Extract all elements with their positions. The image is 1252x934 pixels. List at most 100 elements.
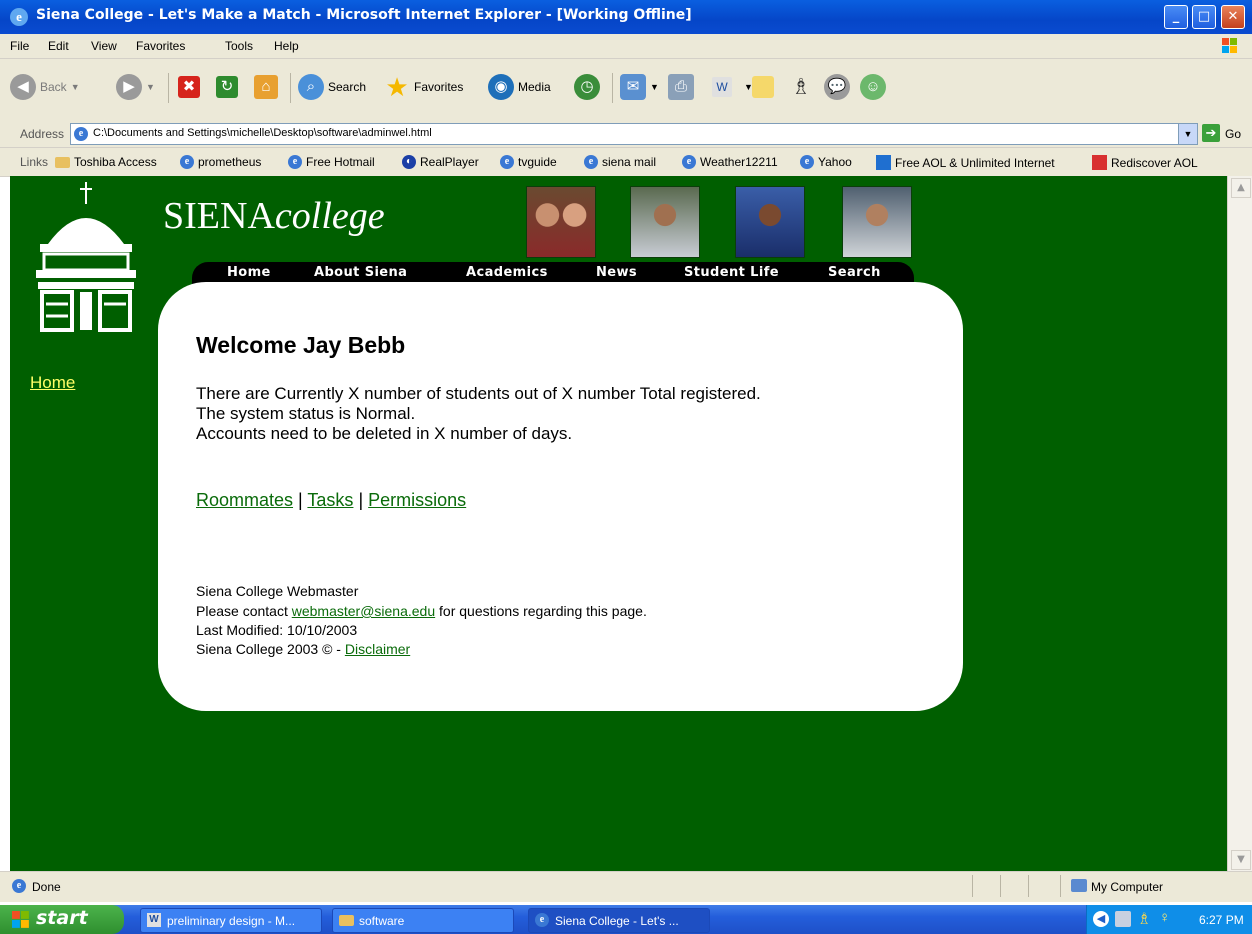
- webmaster-email-link[interactable]: webmaster@siena.edu: [292, 603, 435, 619]
- permissions-link[interactable]: Permissions: [368, 490, 466, 510]
- link-tvguide[interactable]: e tvguide: [500, 155, 557, 169]
- tasks-link[interactable]: Tasks: [307, 490, 353, 510]
- sidebar-home-link[interactable]: Home: [30, 373, 75, 393]
- link-siena-mail[interactable]: e siena mail: [584, 155, 656, 169]
- link-toshiba-access[interactable]: Toshiba Access: [55, 155, 157, 169]
- contacts-icon: ☺: [860, 74, 886, 100]
- menu-file[interactable]: File: [10, 39, 29, 53]
- roommates-link[interactable]: Roommates: [196, 490, 293, 510]
- info-bulb-icon[interactable]: ♀: [1159, 909, 1170, 926]
- student-photo: [526, 186, 596, 258]
- footer-last-modified: Last Modified: 10/10/2003: [196, 622, 358, 638]
- nav-student-life[interactable]: Student Life: [684, 265, 779, 280]
- link-label: Free Hotmail: [306, 155, 375, 169]
- dropdown-icon: ▼: [70, 82, 80, 92]
- menu-edit[interactable]: Edit: [48, 39, 69, 53]
- search-button[interactable]: ⌕ Search: [298, 73, 366, 101]
- site-nav: Home About Siena Academics News Student …: [192, 262, 914, 284]
- user-icon[interactable]: ♗: [1137, 909, 1151, 929]
- task-preliminary-design[interactable]: W preliminary design - M...: [140, 908, 322, 933]
- go-button[interactable]: Go: [1225, 127, 1241, 141]
- address-dropdown-icon[interactable]: ▼: [1178, 124, 1197, 144]
- student-photo: [735, 186, 805, 258]
- nav-news[interactable]: News: [596, 265, 637, 280]
- chat-bubble-icon: 💬: [824, 74, 850, 100]
- close-button[interactable]: ✕: [1221, 5, 1245, 29]
- forward-arrow-icon: ▶: [116, 74, 142, 100]
- footer-contact: Please contact webmaster@siena.edu for q…: [196, 603, 647, 619]
- welcome-heading: Welcome Jay Bebb: [196, 332, 406, 358]
- copyright-text: Siena College 2003 © -: [196, 641, 345, 657]
- minimize-button[interactable]: _: [1164, 5, 1188, 29]
- aol-icon: [1092, 155, 1107, 170]
- address-value: C:\Documents and Settings\michelle\Deskt…: [93, 127, 432, 139]
- media-icon: ◉: [488, 74, 514, 100]
- contacts-button[interactable]: ☺: [860, 73, 886, 101]
- link-prometheus[interactable]: e prometheus: [180, 155, 261, 169]
- nav-home[interactable]: Home: [227, 265, 271, 280]
- title-bar: e Siena College - Let's Make a Match - M…: [0, 0, 1252, 34]
- link-weather[interactable]: e Weather12211: [682, 155, 778, 169]
- favorites-label: Favorites: [414, 80, 464, 94]
- link-rediscover-aol[interactable]: Rediscover AOL: [1092, 155, 1198, 170]
- print-button[interactable]: ⎙: [668, 73, 694, 101]
- network-icon[interactable]: [1115, 911, 1131, 927]
- forward-button[interactable]: ▶ ▼: [116, 73, 155, 101]
- refresh-button[interactable]: ↻: [216, 73, 238, 101]
- status-bar: e Done My Computer: [0, 871, 1252, 902]
- menu-favorites[interactable]: Favorites: [136, 39, 185, 53]
- dropdown-icon: ▼: [146, 82, 155, 92]
- scroll-down-icon[interactable]: ▼: [1231, 850, 1251, 870]
- nav-academics[interactable]: Academics: [466, 265, 548, 280]
- page-viewport: SIENAcollege Home About Siena Academics …: [10, 176, 1227, 871]
- edit-button[interactable]: W ▼: [712, 73, 753, 101]
- discuss-button[interactable]: [752, 73, 774, 101]
- home-button[interactable]: ⌂: [254, 73, 278, 101]
- word-icon: W: [712, 77, 732, 97]
- link-realplayer[interactable]: ◐ RealPlayer: [402, 155, 479, 169]
- folder-icon: [55, 156, 70, 168]
- siena-college-logo: SIENAcollege: [163, 194, 385, 238]
- vertical-scrollbar[interactable]: ▲ ▼: [1227, 176, 1252, 871]
- star-icon: ★: [385, 72, 409, 102]
- mail-icon: ✉: [620, 74, 646, 100]
- link-free-aol[interactable]: Free AOL & Unlimited Internet: [876, 155, 1055, 170]
- messenger-button[interactable]: 💬: [824, 73, 850, 101]
- link-yahoo[interactable]: e Yahoo: [800, 155, 852, 169]
- footer-copyright: Siena College 2003 © - Disclaimer: [196, 641, 410, 657]
- address-input[interactable]: e C:\Documents and Settings\michelle\Des…: [70, 123, 1198, 145]
- menu-view[interactable]: View: [91, 39, 117, 53]
- task-siena-college[interactable]: e Siena College - Let's ...: [528, 908, 710, 933]
- refresh-icon: ↻: [216, 76, 238, 98]
- link-label: Free AOL & Unlimited Internet: [895, 155, 1055, 170]
- nav-search[interactable]: Search: [828, 265, 881, 280]
- student-photo: [842, 186, 912, 258]
- tray-expand-icon[interactable]: ◀: [1093, 911, 1109, 927]
- disclaimer-link[interactable]: Disclaimer: [345, 641, 410, 657]
- mail-button[interactable]: ✉ ▼: [620, 73, 659, 101]
- toolbar: ◀ Back ▼ ▶ ▼ ✖ ↻ ⌂ ⌕ Search ★ Favorites …: [0, 59, 1252, 122]
- back-button[interactable]: ◀ Back ▼: [10, 73, 80, 101]
- security-zone: My Computer: [1091, 880, 1164, 894]
- realplayer-icon: ◐: [402, 155, 416, 169]
- stop-button[interactable]: ✖: [178, 73, 200, 101]
- nav-about-siena[interactable]: About Siena: [314, 265, 407, 280]
- maximize-button[interactable]: □: [1192, 5, 1216, 29]
- link-separator: |: [298, 490, 303, 510]
- favorites-button[interactable]: ★ Favorites: [384, 73, 463, 101]
- link-label: RealPlayer: [420, 155, 479, 169]
- media-button[interactable]: ◉ Media: [488, 73, 551, 101]
- status-text: Done: [32, 880, 61, 894]
- windows-logo-icon: [1222, 38, 1237, 53]
- link-free-hotmail[interactable]: e Free Hotmail: [288, 155, 375, 169]
- ie-page-icon: e: [584, 155, 598, 169]
- start-button[interactable]: start: [0, 905, 124, 934]
- history-button[interactable]: ◷: [574, 73, 600, 101]
- menu-help[interactable]: Help: [274, 39, 299, 53]
- go-arrow-icon[interactable]: ➔: [1202, 124, 1220, 142]
- scroll-up-icon[interactable]: ▲: [1231, 178, 1251, 198]
- menu-tools[interactable]: Tools: [225, 39, 253, 53]
- stop-icon: ✖: [178, 76, 200, 98]
- research-button[interactable]: ♗: [788, 73, 814, 101]
- task-software-folder[interactable]: software: [332, 908, 514, 933]
